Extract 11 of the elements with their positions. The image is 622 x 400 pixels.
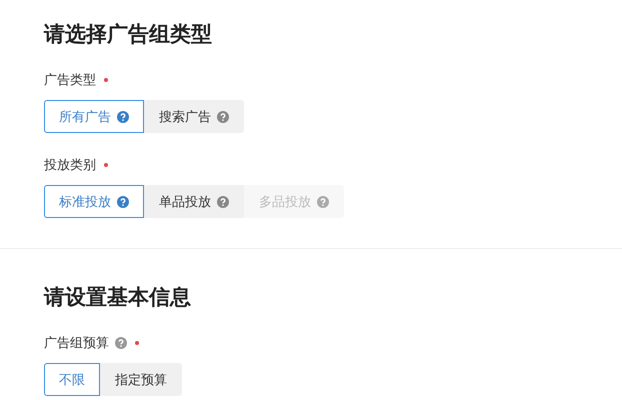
option-button[interactable]: 单品投放	[144, 185, 244, 218]
field-label: 广告类型	[44, 72, 96, 89]
section-title: 请选择广告组类型	[44, 21, 213, 48]
section-title: 请设置基本信息	[44, 284, 192, 311]
field-label: 投放类别	[44, 157, 96, 174]
option-button[interactable]: 搜索广告	[144, 100, 244, 133]
option-button[interactable]: 标准投放	[44, 185, 144, 218]
field-label: 广告组预算	[44, 335, 109, 352]
option-button[interactable]: 不限	[44, 363, 100, 396]
option-button[interactable]: 指定预算	[100, 363, 182, 396]
option-button[interactable]: 所有广告	[44, 100, 144, 133]
